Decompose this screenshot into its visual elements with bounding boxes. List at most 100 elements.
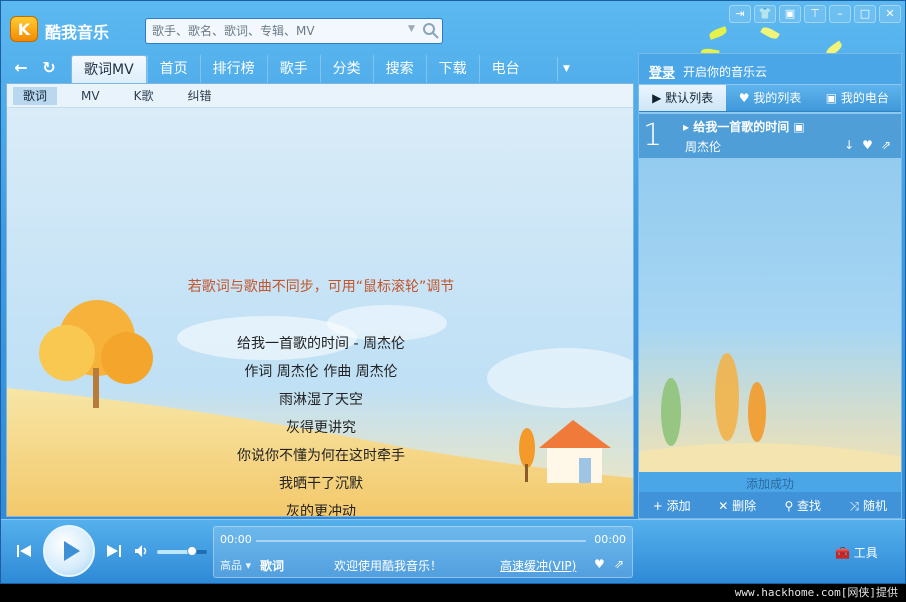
- share-icon[interactable]: ⇗: [614, 557, 624, 571]
- watermark-text: www.hackhome.com[网侠]提供: [0, 584, 906, 602]
- close-icon[interactable]: ✕: [879, 5, 901, 23]
- lyric-line: 雨淋湿了天空: [7, 386, 634, 414]
- add-label: 添加: [667, 499, 691, 513]
- subtab-mv[interactable]: MV: [71, 87, 110, 105]
- song-title: ▸ 给我一首歌的时间 ▣: [683, 118, 805, 135]
- tab-artists[interactable]: 歌手: [267, 55, 320, 83]
- playlist-panel: 登录 开启你的音乐云 ▶ 默认列表 ♥ 我的列表 ▣ 我的电台 1 ▸ 给我一首…: [638, 53, 902, 519]
- tab-lyric-mv[interactable]: 歌词MV: [71, 55, 147, 83]
- favorite-icon[interactable]: ♥: [594, 557, 605, 571]
- lyric-window-icon[interactable]: ▣: [779, 5, 801, 23]
- playlist-list: 1 ▸ 给我一首歌的时间 ▣ 周杰伦 ↓ ♥ ⇗: [639, 112, 901, 472]
- lyric-lines: 给我一首歌的时间 - 周杰伦 作词 周杰伦 作曲 周杰伦 雨淋湿了天空 灰得更讲…: [7, 330, 634, 517]
- lyric-line: 我晒干了沉默: [7, 470, 634, 498]
- delete-button[interactable]: ✕ 删除: [705, 497, 771, 514]
- lyric-line: 灰的更冲动: [7, 498, 634, 517]
- login-link[interactable]: 登录: [649, 62, 675, 81]
- shuffle-label: 随机: [863, 499, 887, 513]
- tab-categories[interactable]: 分类: [320, 55, 373, 83]
- vip-cache-link[interactable]: 高速缓冲(VIP): [500, 557, 576, 574]
- play-icon: [45, 527, 93, 575]
- playlist-row[interactable]: 1 ▸ 给我一首歌的时间 ▣ 周杰伦 ↓ ♥ ⇗: [639, 114, 901, 158]
- playlist-background-art: [639, 112, 902, 472]
- tab-my-radio-label: 我的电台: [841, 91, 889, 105]
- find-button[interactable]: ⚲ 查找: [770, 497, 836, 514]
- song-index: 1: [643, 118, 663, 154]
- search-icon[interactable]: [422, 22, 440, 40]
- search-box: ▼: [145, 18, 443, 44]
- playlist-header: 登录 开启你的音乐云: [639, 54, 901, 84]
- song-artist: 周杰伦: [685, 138, 721, 155]
- volume-slider[interactable]: [157, 550, 207, 554]
- song-actions: ↓ ♥ ⇗: [844, 138, 891, 152]
- welcome-text: 欢迎使用酷我音乐！: [334, 557, 442, 574]
- skin-icon[interactable]: 👕: [754, 5, 776, 23]
- tab-charts[interactable]: 排行榜: [200, 55, 267, 83]
- playlist-toolbar: + 添加 ✕ 删除 ⚲ 查找 ⤨ 随机: [639, 492, 901, 518]
- tab-my-list[interactable]: ♥ 我的列表: [726, 85, 813, 111]
- search-input[interactable]: [152, 19, 407, 43]
- tab-default-list-label: 默认列表: [665, 91, 713, 105]
- total-time: 00:00: [594, 533, 626, 546]
- volume-icon[interactable]: [133, 543, 149, 559]
- mini-mode-icon[interactable]: ⇥: [729, 5, 751, 23]
- chevron-down-icon[interactable]: ▼: [557, 57, 575, 81]
- download-icon[interactable]: ↓: [844, 138, 854, 152]
- lyric-line: 你说你不懂为何在这时牵手: [7, 442, 634, 470]
- title-bar: K 酷我音乐 ▼ ⇥ 👕 ▣ ⊤ – □ ✕: [1, 1, 906, 53]
- lyric-line: 灰得更讲究: [7, 414, 634, 442]
- lyric-toggle[interactable]: 歌词: [260, 557, 284, 574]
- playlist-tabs: ▶ 默认列表 ♥ 我的列表 ▣ 我的电台: [639, 84, 901, 112]
- search-dropdown-icon[interactable]: ▼: [408, 24, 415, 34]
- quality-select[interactable]: 高品 ▾: [220, 557, 251, 573]
- subtab-correction[interactable]: 纠错: [177, 87, 221, 105]
- nav-tabs: 歌词MV 首页 排行榜 歌手 分类 搜索 下载 电台: [71, 55, 532, 83]
- volume-knob[interactable]: [187, 546, 197, 556]
- window-controls: ⇥ 👕 ▣ ⊤ – □ ✕: [729, 5, 901, 23]
- leaf-decoration: [708, 26, 728, 40]
- add-button[interactable]: + 添加: [639, 497, 705, 514]
- shuffle-button[interactable]: ⤨ 随机: [836, 497, 902, 514]
- now-playing-box: 00:00 00:00 高品 ▾ 歌词 欢迎使用酷我音乐！ 高速缓冲(VIP) …: [213, 526, 633, 578]
- lyric-line: 给我一首歌的时间 - 周杰伦: [7, 330, 634, 358]
- current-time: 00:00: [220, 533, 252, 546]
- tab-my-list-label: 我的列表: [753, 91, 801, 105]
- leaf-decoration: [760, 25, 780, 41]
- refresh-icon[interactable]: ↻: [39, 58, 59, 78]
- lyric-background-scene: 若歌词与歌曲不同步，可用“鼠标滚轮”调节 给我一首歌的时间 - 周杰伦 作词 周…: [7, 108, 634, 517]
- tab-my-radio[interactable]: ▣ 我的电台: [814, 85, 901, 111]
- seek-bar[interactable]: [256, 540, 586, 542]
- next-track-icon[interactable]: [105, 542, 123, 560]
- tab-search[interactable]: 搜索: [373, 55, 426, 83]
- tab-home[interactable]: 首页: [147, 55, 200, 83]
- tools-button[interactable]: 🧰 工具: [835, 544, 878, 561]
- heart-icon[interactable]: ♥: [862, 138, 873, 152]
- tab-download[interactable]: 下载: [426, 55, 479, 83]
- mv-icon[interactable]: ▣: [793, 120, 804, 134]
- lyric-subtabs: 歌词 MV K歌 纠错: [7, 84, 633, 108]
- lyric-line: 作词 周杰伦 作曲 周杰伦: [7, 358, 634, 386]
- subtab-karaoke[interactable]: K歌: [124, 87, 164, 105]
- share-icon[interactable]: ⇗: [881, 138, 891, 152]
- music-cloud-text: 开启你的音乐云: [683, 63, 767, 80]
- tab-default-list[interactable]: ▶ 默认列表: [639, 85, 726, 111]
- minimize-icon[interactable]: –: [829, 5, 851, 23]
- tab-radio[interactable]: 电台: [479, 55, 532, 83]
- back-arrow-icon[interactable]: ←: [11, 58, 31, 78]
- quality-label: 高品: [220, 559, 242, 572]
- lyric-panel: 歌词 MV K歌 纠错: [6, 83, 634, 517]
- add-success-message: 添加成功: [639, 475, 901, 492]
- kuwo-logo-icon: K: [10, 16, 38, 42]
- delete-label: 删除: [732, 499, 756, 513]
- maximize-icon[interactable]: □: [854, 5, 876, 23]
- app-title: 酷我音乐: [45, 19, 109, 43]
- pin-icon[interactable]: ⊤: [804, 5, 826, 23]
- previous-track-icon[interactable]: [15, 542, 33, 560]
- tools-label: 工具: [854, 546, 878, 560]
- player-bar: 00:00 00:00 高品 ▾ 歌词 欢迎使用酷我音乐！ 高速缓冲(VIP) …: [1, 519, 905, 583]
- main-nav: ← ↻ 歌词MV 首页 排行榜 歌手 分类 搜索 下载 电台 ▼: [1, 53, 631, 83]
- play-button[interactable]: [43, 525, 95, 577]
- app-window: K 酷我音乐 ▼ ⇥ 👕 ▣ ⊤ – □ ✕ ← ↻ 歌词MV: [0, 0, 906, 584]
- lyric-sync-hint: 若歌词与歌曲不同步，可用“鼠标滚轮”调节: [7, 276, 634, 296]
- subtab-lyrics[interactable]: 歌词: [13, 87, 57, 105]
